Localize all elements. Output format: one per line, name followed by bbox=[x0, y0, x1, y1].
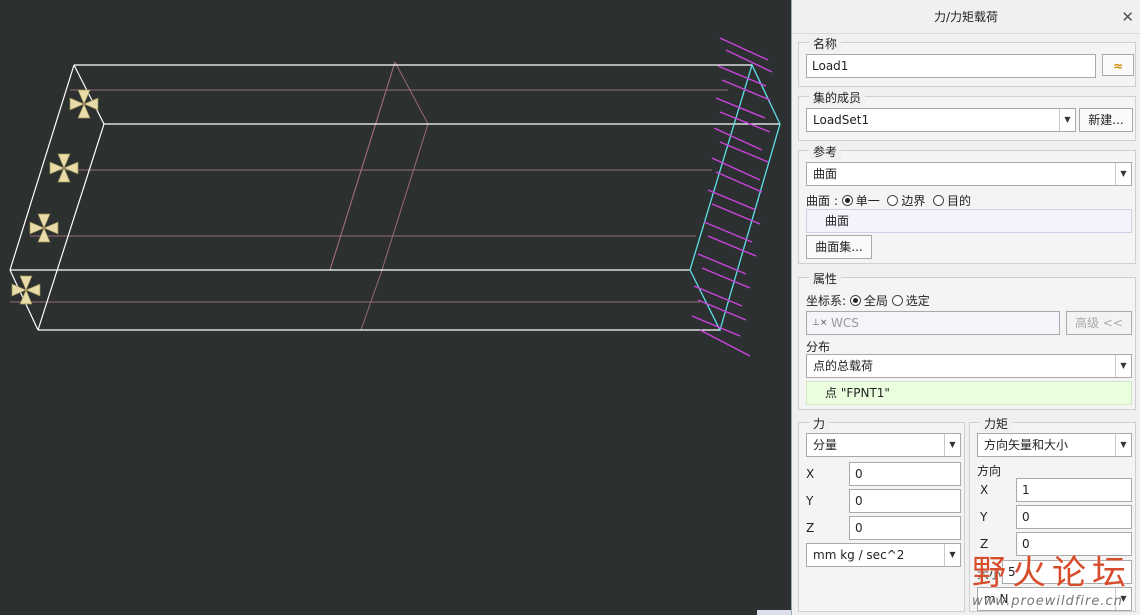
surface-collector[interactable]: 曲面 bbox=[806, 209, 1132, 233]
force-group-title: 力 bbox=[809, 415, 830, 432]
surface-set-button[interactable]: 曲面集... bbox=[806, 235, 872, 259]
force-z-input[interactable]: 0 bbox=[849, 516, 961, 540]
force-mode-value: 分量 bbox=[813, 438, 838, 452]
dialog-titlebar: 力/力矩载荷 ✕ bbox=[792, 0, 1140, 34]
csys-icon: ⊥× bbox=[812, 318, 828, 328]
constraint-icon bbox=[11, 275, 41, 305]
force-x-label: X bbox=[806, 467, 815, 481]
csys-label: 坐标系: bbox=[806, 294, 847, 308]
reference-type-value: 曲面 bbox=[813, 167, 838, 181]
name-input[interactable]: Load1 bbox=[806, 54, 1096, 78]
watermark-text: 野火论坛 bbox=[972, 553, 1132, 593]
viewport-corner bbox=[757, 610, 791, 615]
moment-x-label: X bbox=[980, 483, 989, 497]
name-group: 名称 Load1 ≈ bbox=[798, 35, 1136, 87]
reference-radio-label: 曲面 : bbox=[806, 194, 838, 208]
reference-radio-row: 曲面 : 单一 边界 目的 bbox=[806, 192, 971, 209]
distribution-value: 点的总载荷 bbox=[813, 359, 874, 373]
dialog-title: 力/力矩载荷 bbox=[933, 10, 999, 24]
point-collector[interactable]: 点 "FPNT1" bbox=[806, 381, 1132, 405]
solid-edges bbox=[9, 64, 780, 331]
distribution-label: 分布 bbox=[806, 340, 831, 354]
radio-single[interactable]: 单一 bbox=[841, 194, 880, 208]
constraint-icon bbox=[49, 153, 79, 183]
force-group: 力 分量 ▼ X 0 Y 0 Z 0 mm kg / sec^2 ▼ bbox=[798, 415, 965, 612]
radio-intent[interactable]: 目的 bbox=[933, 194, 971, 208]
chevron-down-icon: ▼ bbox=[944, 544, 960, 566]
advanced-button[interactable]: 高级 << bbox=[1066, 311, 1132, 335]
moment-direction-label: 方向 bbox=[977, 464, 1002, 478]
force-mode-select[interactable]: 分量 ▼ bbox=[806, 433, 961, 457]
chevron-down-icon: ▼ bbox=[1115, 163, 1131, 185]
chevron-down-icon: ▼ bbox=[1115, 355, 1131, 377]
color-swatch-button[interactable]: ≈ bbox=[1102, 54, 1134, 76]
name-group-title: 名称 bbox=[809, 35, 842, 52]
reference-group: 参考 曲面 ▼ 曲面 : 单一 边界 目的 曲面 曲面集... bbox=[798, 143, 1136, 264]
constraint-icon bbox=[29, 213, 59, 243]
properties-group: 属性 坐标系: 全局 选定 ⊥× WCS 高级 << 分布 点的总载荷 ▼ 点 … bbox=[798, 270, 1136, 410]
moment-x-input[interactable]: 1 bbox=[1016, 478, 1132, 502]
datum-lines bbox=[10, 61, 728, 331]
properties-group-title: 属性 bbox=[809, 270, 842, 287]
force-units-select[interactable]: mm kg / sec^2 ▼ bbox=[806, 543, 961, 567]
force-x-input[interactable]: 0 bbox=[849, 462, 961, 486]
constraint-icons bbox=[11, 89, 99, 305]
moment-y-input[interactable]: 0 bbox=[1016, 505, 1132, 529]
close-icon[interactable]: ✕ bbox=[1121, 0, 1134, 34]
force-z-label: Z bbox=[806, 521, 815, 535]
radio-global[interactable]: 全局 bbox=[849, 294, 888, 308]
reference-group-title: 参考 bbox=[809, 143, 842, 160]
watermark-url: www.proewildfire.cn bbox=[972, 594, 1123, 609]
load-set-value: LoadSet1 bbox=[813, 113, 870, 127]
constraint-icon bbox=[69, 89, 99, 119]
force-units-value: mm kg / sec^2 bbox=[813, 548, 905, 562]
chevron-down-icon: ▼ bbox=[1059, 109, 1075, 131]
set-group: 集的成员 LoadSet1 ▼ 新建... bbox=[798, 89, 1136, 141]
chevron-down-icon: ▼ bbox=[944, 434, 960, 456]
csys-input[interactable]: ⊥× WCS bbox=[806, 311, 1060, 335]
moment-group-title: 力矩 bbox=[980, 415, 1013, 432]
force-y-label: Y bbox=[806, 494, 814, 508]
set-group-title: 集的成员 bbox=[809, 89, 866, 106]
csys-radio-row: 坐标系: 全局 选定 bbox=[806, 292, 930, 309]
force-moment-load-dialog: 力/力矩载荷 ✕ 名称 Load1 ≈ 集的成员 LoadSet1 ▼ 新建..… bbox=[791, 0, 1140, 615]
load-color-icon: ≈ bbox=[1112, 59, 1124, 73]
distribution-select[interactable]: 点的总载荷 ▼ bbox=[806, 354, 1132, 378]
watermark: 野火论坛 www.proewildfire.cn bbox=[972, 545, 1132, 609]
radio-selected[interactable]: 选定 bbox=[891, 294, 930, 308]
chevron-down-icon: ▼ bbox=[1115, 434, 1131, 456]
force-y-input[interactable]: 0 bbox=[849, 489, 961, 513]
moment-mode-select[interactable]: 方向矢量和大小 ▼ bbox=[977, 433, 1132, 457]
load-set-select[interactable]: LoadSet1 ▼ bbox=[806, 108, 1076, 132]
csys-value: WCS bbox=[831, 316, 859, 330]
model-geometry[interactable] bbox=[0, 0, 791, 615]
load-arrows bbox=[691, 37, 773, 357]
moment-mode-value: 方向矢量和大小 bbox=[984, 438, 1069, 452]
radio-boundary[interactable]: 边界 bbox=[887, 194, 925, 208]
moment-y-label: Y bbox=[980, 510, 988, 524]
reference-type-select[interactable]: 曲面 ▼ bbox=[806, 162, 1132, 186]
model-viewport[interactable] bbox=[0, 0, 791, 615]
new-set-button[interactable]: 新建... bbox=[1079, 108, 1133, 132]
